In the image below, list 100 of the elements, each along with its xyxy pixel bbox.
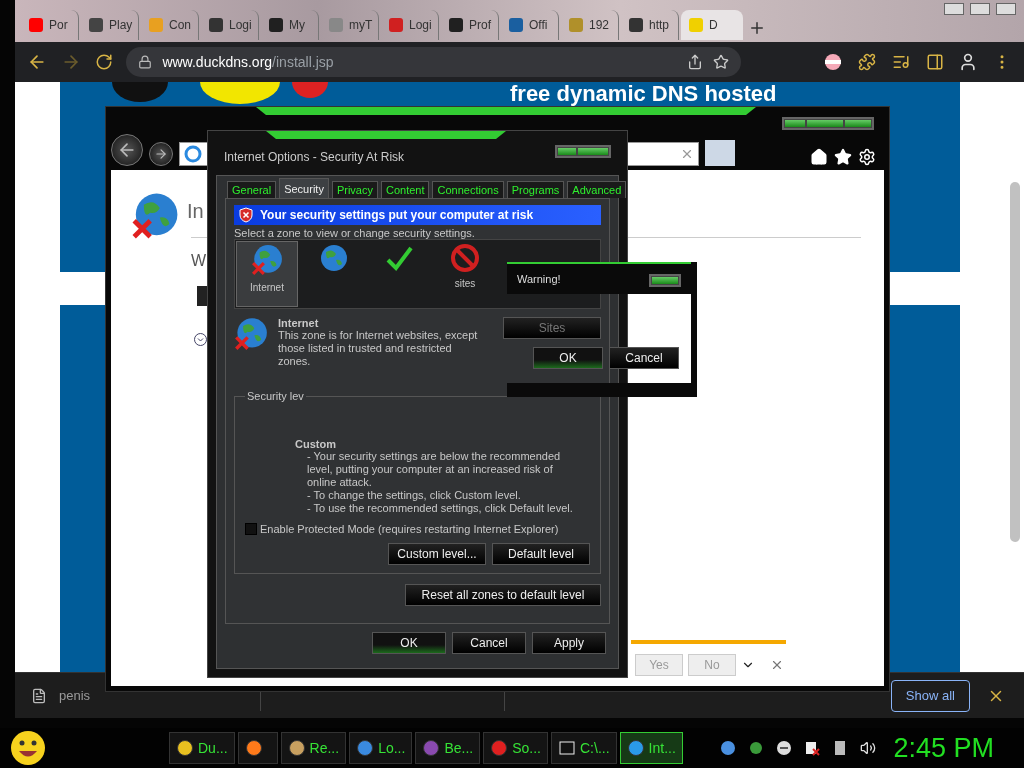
- banner-text: Your security settings put your computer at risk: [260, 208, 534, 222]
- dialog-title: Internet Options - Security At Risk: [224, 150, 405, 164]
- flag-error-icon[interactable]: [804, 740, 821, 756]
- dialog-tab[interactable]: Privacy: [331, 181, 378, 198]
- browser-tab[interactable]: Play: [81, 10, 139, 40]
- download-filename[interactable]: penis: [59, 688, 91, 703]
- dialog-button[interactable]: Cancel: [452, 632, 526, 654]
- zone-item[interactable]: sites: [434, 241, 496, 307]
- bookmark-star-icon[interactable]: [713, 54, 730, 70]
- sync-icon[interactable]: [748, 740, 765, 756]
- level-name: Custom: [295, 438, 337, 450]
- browser-tab[interactable]: myT: [321, 10, 379, 40]
- dialog-tab[interactable]: General: [227, 181, 277, 198]
- browser-tab[interactable]: Con: [141, 10, 199, 40]
- show-all-button[interactable]: Show all: [890, 679, 970, 712]
- taskbar-item[interactable]: Du...: [169, 732, 235, 764]
- level-note: - To change the settings, click Custom level.: [307, 489, 522, 502]
- swirl-app-icon: [490, 739, 509, 757]
- clock[interactable]: 2:45 PM: [893, 732, 994, 764]
- no-entry-icon: [451, 244, 479, 272]
- new-tab-tile[interactable]: [705, 140, 735, 166]
- dialog-button[interactable]: Apply: [532, 632, 606, 654]
- taskbar-item[interactable]: Be...: [415, 732, 481, 764]
- checkbox[interactable]: [245, 523, 257, 535]
- scrollbar-thumb[interactable]: [1010, 182, 1020, 542]
- checkmark-icon: [384, 244, 414, 274]
- browser-tab[interactable]: Logi: [381, 10, 439, 40]
- dialog-tab[interactable]: Content: [380, 181, 430, 198]
- dialog-button[interactable]: OK: [372, 632, 446, 654]
- taskbar-item[interactable]: C:\...: [551, 732, 617, 764]
- minimize-button[interactable]: [944, 3, 964, 15]
- forward-icon[interactable]: [154, 147, 168, 161]
- browser-tab[interactable]: Offi: [501, 10, 559, 40]
- zone-description: This zone is for Internet websites, except those listed in trusted and restricted zones.: [278, 329, 478, 368]
- taskbar-item[interactable]: Lo...: [349, 732, 413, 764]
- group-legend: Security lev: [245, 390, 306, 402]
- side-panel-icon[interactable]: [925, 53, 944, 71]
- back-button[interactable]: [111, 134, 143, 166]
- window-controls[interactable]: [782, 117, 874, 130]
- dialog-tab[interactable]: Programs: [506, 181, 565, 198]
- archive-app-icon: [558, 739, 576, 757]
- share-icon[interactable]: [687, 54, 704, 70]
- checkbox-label[interactable]: Enable Protected Mode (requires restarting Internet Explorer): [260, 523, 559, 535]
- taskbar-item[interactable]: Int...: [619, 732, 683, 764]
- level-note: - To use the recommended settings, click Default level.: [307, 502, 574, 515]
- favorites-star-icon[interactable]: [834, 148, 852, 166]
- address-bar[interactable]: www.duckdns.org/install.jsp: [126, 47, 742, 77]
- expand-chevron-icon[interactable]: [194, 333, 207, 346]
- page-heading: free dynamic DNS hosted: [510, 82, 777, 106]
- dialog-tab[interactable]: Security: [279, 178, 329, 198]
- clear-icon[interactable]: [680, 147, 694, 161]
- dialog-tab[interactable]: Connections: [432, 181, 504, 198]
- browser-tab[interactable]: Por: [21, 10, 79, 40]
- forward-button[interactable]: [149, 142, 173, 166]
- globe-shield-icon: [251, 244, 283, 276]
- browser-tab[interactable]: http: [621, 10, 679, 40]
- dialog-tab[interactable]: Advanced: [567, 181, 627, 198]
- shield-warning-icon: [238, 207, 254, 223]
- gem-app-icon: [422, 739, 441, 757]
- chrome-app-icon: [176, 739, 194, 757]
- browser-tab[interactable]: Logi: [201, 10, 259, 40]
- ie-app-icon: [626, 739, 645, 757]
- reader-app-icon: [287, 739, 306, 757]
- zone-prompt: Select a zone to view or change security settings.: [234, 227, 476, 239]
- page-text: W: [191, 252, 207, 270]
- globe-shield-icon: [234, 317, 268, 351]
- browser-tab[interactable]: 192: [561, 10, 619, 40]
- network-globe-icon[interactable]: [720, 740, 737, 756]
- browser-tab[interactable]: My: [261, 10, 319, 40]
- minus-circle-icon[interactable]: [776, 740, 793, 756]
- level-button[interactable]: Custom level...: [388, 543, 486, 565]
- close-icon[interactable]: [770, 658, 784, 672]
- restore-button[interactable]: [970, 3, 990, 15]
- firefox-app-icon: [244, 739, 263, 757]
- taskbar-item[interactable]: Re...: [280, 732, 347, 764]
- smiley-start-icon[interactable]: [10, 730, 46, 766]
- browser-tab[interactable]: Prof: [441, 10, 499, 40]
- warning-button[interactable]: Cancel: [609, 347, 679, 369]
- warning-title: Warning!: [517, 273, 561, 285]
- reset-zones-button[interactable]: Reset all zones to default level: [405, 584, 601, 606]
- taskbar-item[interactable]: So...: [483, 732, 548, 764]
- warning-button[interactable]: OK: [533, 347, 603, 369]
- reload-icon[interactable]: [95, 53, 114, 71]
- window-controls[interactable]: [555, 145, 611, 158]
- extensions-icon[interactable]: [857, 53, 876, 71]
- settings-icon[interactable]: [858, 148, 876, 166]
- media-list-icon[interactable]: [891, 53, 910, 71]
- taskbar-item[interactable]: [237, 732, 278, 764]
- globe-computer-icon: [318, 244, 348, 274]
- close-button[interactable]: [996, 3, 1016, 15]
- lock-icon: [138, 55, 153, 69]
- home-icon[interactable]: [810, 148, 828, 166]
- page-title: In: [187, 200, 204, 223]
- zone-item[interactable]: Internet: [236, 241, 298, 307]
- window-controls[interactable]: [649, 274, 681, 287]
- volume-icon[interactable]: [860, 740, 877, 756]
- browser-tab[interactable]: D: [681, 10, 743, 40]
- level-note: - Your security settings are below the recommended level, putting your computer at an increased risk of online attack.: [307, 450, 562, 489]
- level-button[interactable]: Default level: [492, 543, 590, 565]
- sites-button[interactable]: Sites: [503, 317, 601, 339]
